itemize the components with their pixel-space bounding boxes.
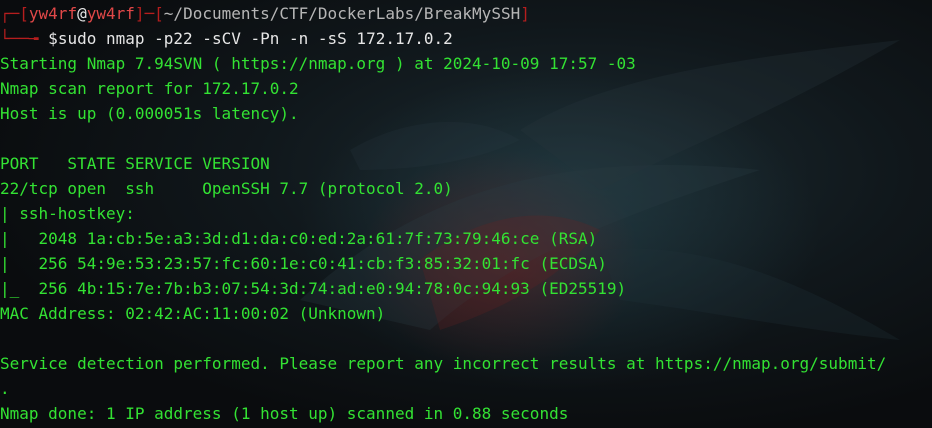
output-line: PORT STATE SERVICE VERSION bbox=[0, 154, 270, 173]
output-line: | 256 54:9e:53:23:57:fc:60:1e:c0:41:cb:f… bbox=[0, 254, 607, 273]
prompt-corner-top: ┌─[ bbox=[0, 4, 29, 23]
output-line: Starting Nmap 7.94SVN ( https://nmap.org… bbox=[0, 54, 636, 73]
prompt-separator: ]─[ bbox=[134, 4, 164, 23]
prompt-user: yw4rf bbox=[28, 4, 78, 23]
prompt-path: ~/Documents/CTF/DockerLabs/BreakMySSH bbox=[163, 4, 521, 23]
terminal-output: ┌─[yw4rf@yw4rf]─[~/Documents/CTF/DockerL… bbox=[0, 1, 932, 426]
command-text: sudo nmap -p22 -sCV -Pn -n -sS 172.17.0.… bbox=[57, 29, 453, 48]
prompt-symbol: $ bbox=[48, 29, 58, 48]
terminal-window[interactable]: ┌─[yw4rf@yw4rf]─[~/Documents/CTF/DockerL… bbox=[0, 0, 932, 428]
command-line[interactable]: └──╼ $sudo nmap -p22 -sCV -Pn -n -sS 172… bbox=[0, 26, 932, 51]
output-line: | ssh-hostkey: bbox=[0, 204, 145, 223]
output-line: MAC Address: 02:42:AC:11:00:02 (Unknown) bbox=[0, 304, 386, 323]
prompt-corner-bottom: └──╼ bbox=[0, 29, 49, 48]
prompt-at: @ bbox=[77, 4, 87, 23]
prompt-line: ┌─[yw4rf@yw4rf]─[~/Documents/CTF/DockerL… bbox=[0, 1, 932, 26]
prompt-close: ] bbox=[520, 4, 530, 23]
output-line: Host is up (0.000051s latency). bbox=[0, 104, 299, 123]
output-line: Nmap scan report for 172.17.0.2 bbox=[0, 79, 299, 98]
output-line: Service detection performed. Please repo… bbox=[0, 354, 887, 373]
output-line: |_ 256 4b:15:7e:7b:b3:07:54:3d:74:ad:e0:… bbox=[0, 279, 627, 298]
prompt-host: yw4rf bbox=[86, 4, 135, 23]
output-line: | 2048 1a:cb:5e:a3:3d:d1:da:c0:ed:2a:61:… bbox=[0, 229, 598, 248]
output-line: Nmap done: 1 IP address (1 host up) scan… bbox=[0, 404, 569, 423]
output-line: . bbox=[0, 379, 10, 398]
output-line: 22/tcp open ssh OpenSSH 7.7 (protocol 2.… bbox=[0, 179, 453, 198]
